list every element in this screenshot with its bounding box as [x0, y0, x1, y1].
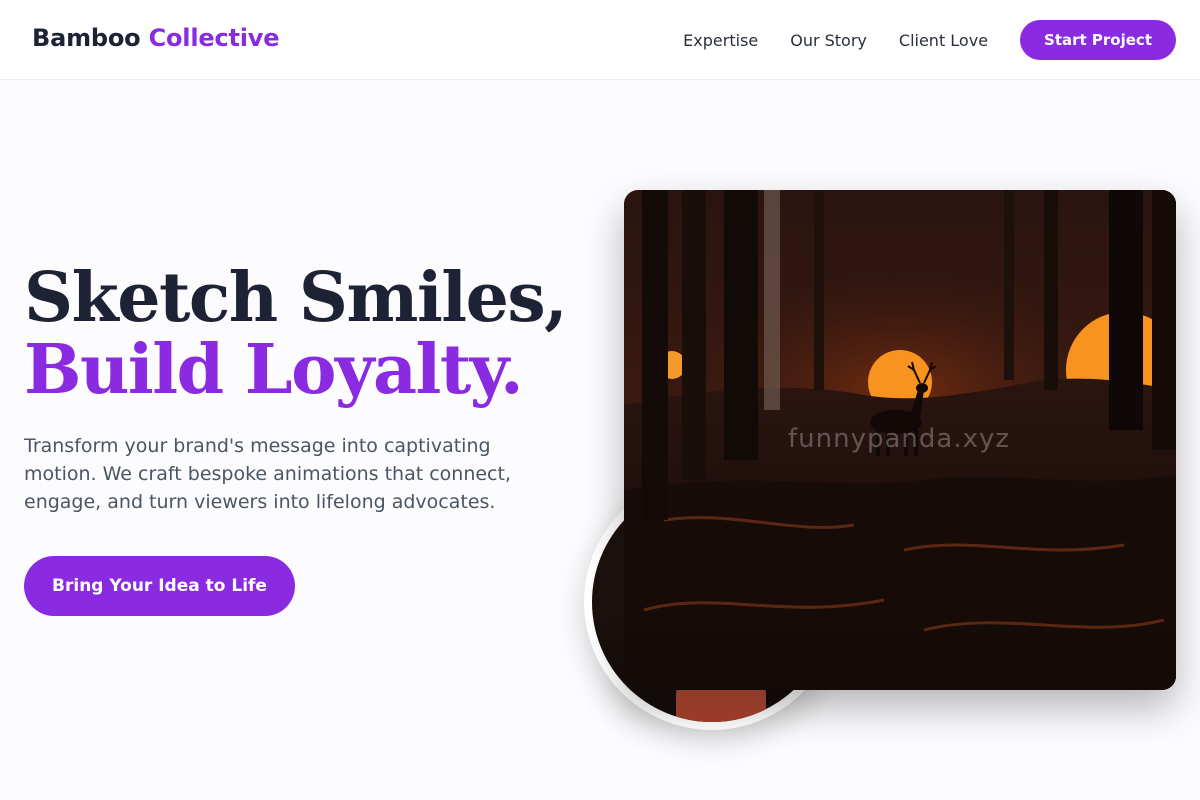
nav-link-our-story[interactable]: Our Story	[790, 31, 867, 50]
hero-description: Transform your brand's message into capt…	[24, 435, 511, 513]
brand-name-primary: Bamboo	[32, 24, 141, 52]
nav-link-expertise[interactable]: Expertise	[683, 31, 758, 50]
start-project-button[interactable]: Start Project	[1020, 20, 1176, 60]
hero-title: Sketch Smiles, Build Loyalty.	[24, 262, 584, 406]
main-nav: Expertise Our Story Client Love Start Pr…	[683, 20, 1176, 60]
nav-link-client-love[interactable]: Client Love	[899, 31, 988, 50]
hero-title-line2: Build Loyalty.	[24, 330, 524, 410]
brand-logo[interactable]: Bamboo Collective	[32, 24, 279, 52]
hero-main-image: funnypanda.xyz	[624, 190, 1176, 690]
hero-title-line1: Sketch Smiles,	[24, 258, 568, 338]
image-watermark: funnypanda.xyz	[788, 424, 1011, 454]
bring-idea-button[interactable]: Bring Your Idea to Life	[24, 556, 295, 616]
site-header: Bamboo Collective Expertise Our Story Cl…	[0, 0, 1200, 80]
brand-name-accent: Collective	[148, 24, 280, 52]
